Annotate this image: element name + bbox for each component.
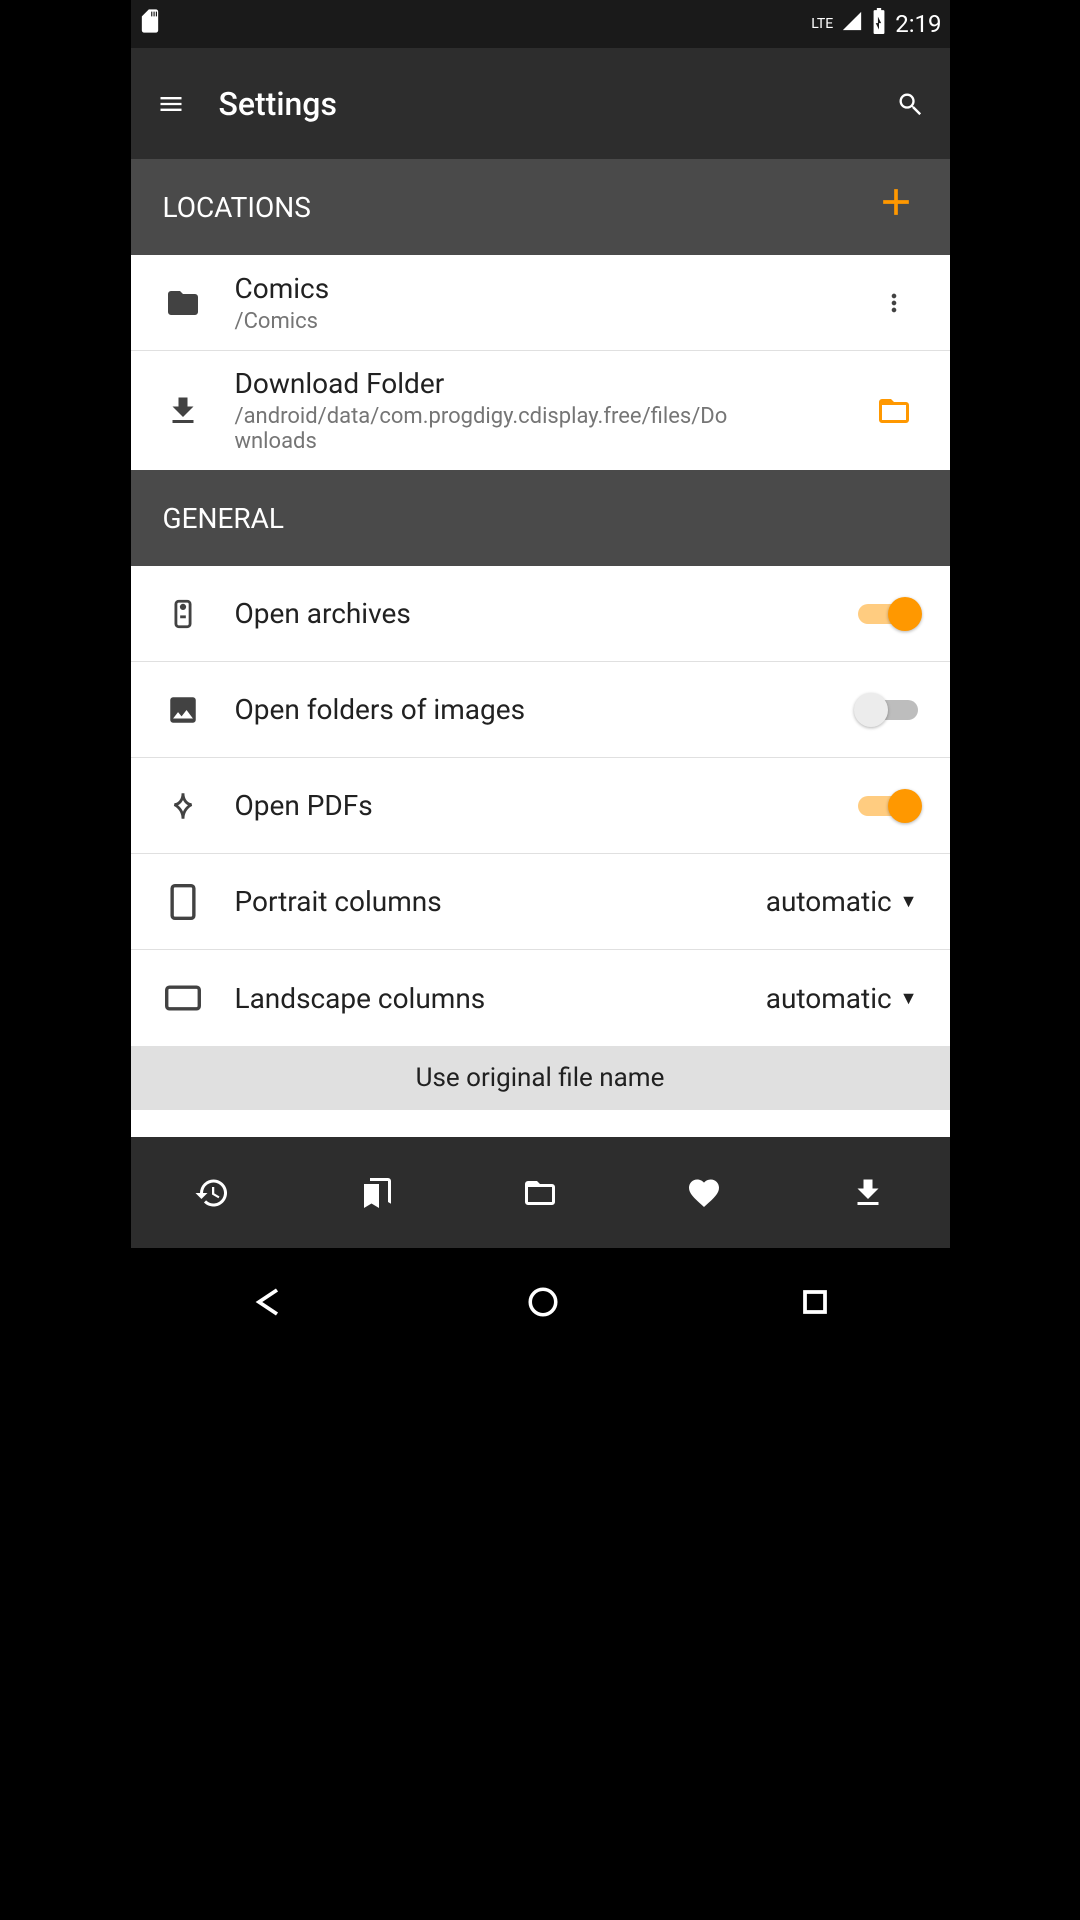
open-archives-toggle[interactable]	[858, 601, 918, 627]
folder-icon	[163, 283, 203, 323]
locations-section-header: LOCATIONS	[131, 159, 950, 255]
recents-button[interactable]	[800, 1287, 830, 1321]
download-icon	[850, 1175, 886, 1211]
more-vert-icon	[880, 289, 908, 317]
comics-more-button[interactable]	[870, 279, 918, 327]
open-download-folder-button[interactable]	[870, 387, 918, 435]
tab-recent[interactable]	[182, 1163, 242, 1223]
download-icon	[163, 391, 203, 431]
open-folders-label: Open folders of images	[235, 693, 858, 726]
page-title: Settings	[219, 85, 886, 123]
portrait-columns-value: automatic	[766, 885, 892, 918]
landscape-columns-value: automatic	[766, 982, 892, 1015]
tab-library[interactable]	[510, 1163, 570, 1223]
image-icon	[163, 690, 203, 730]
dropdown-arrow-icon: ▼	[900, 891, 918, 912]
open-pdfs-toggle[interactable]	[858, 793, 918, 819]
pdf-icon	[163, 786, 203, 826]
network-label: LTE	[811, 16, 833, 32]
back-button[interactable]	[250, 1284, 286, 1324]
location-row-comics[interactable]: Comics /Comics	[131, 255, 950, 351]
comics-path: /Comics	[235, 309, 870, 334]
download-path: /android/data/com.progdigy.cdisplay.free…	[235, 404, 735, 454]
app-bar: Settings	[131, 48, 950, 159]
folder-open-icon	[876, 393, 912, 429]
menu-button[interactable]	[147, 80, 195, 128]
general-label: GENERAL	[163, 502, 284, 535]
home-button[interactable]	[526, 1285, 560, 1323]
history-icon	[194, 1175, 230, 1211]
status-bar: LTE 2:19	[131, 0, 950, 48]
setting-open-folders[interactable]: Open folders of images	[131, 662, 950, 758]
folder-icon	[522, 1175, 558, 1211]
general-section-header: GENERAL	[131, 470, 950, 566]
search-icon	[896, 90, 924, 118]
setting-landscape-columns[interactable]: Landscape columns automatic ▼	[131, 950, 950, 1046]
portrait-icon	[163, 882, 203, 922]
portrait-columns-label: Portrait columns	[235, 885, 766, 918]
setting-open-archives[interactable]: Open archives	[131, 566, 950, 662]
clock-label: 2:19	[895, 10, 941, 38]
setting-open-pdfs[interactable]: Open PDFs	[131, 758, 950, 854]
open-pdfs-label: Open PDFs	[235, 789, 858, 822]
open-archives-label: Open archives	[235, 597, 858, 630]
landscape-icon	[163, 978, 203, 1018]
signal-icon	[841, 10, 863, 38]
search-button[interactable]	[886, 80, 934, 128]
battery-icon	[871, 8, 887, 40]
heart-icon	[686, 1175, 722, 1211]
dropdown-arrow-icon: ▼	[900, 988, 918, 1009]
archive-icon	[163, 594, 203, 634]
bottom-tab-bar	[131, 1137, 950, 1248]
setting-original-filename[interactable]: Use original file name	[131, 1046, 950, 1110]
hamburger-icon	[157, 90, 185, 118]
landscape-columns-label: Landscape columns	[235, 982, 766, 1015]
download-title: Download Folder	[235, 367, 870, 400]
tab-favorites[interactable]	[674, 1163, 734, 1223]
android-nav-bar	[131, 1248, 950, 1360]
tab-bookmarks[interactable]	[346, 1163, 406, 1223]
open-folders-toggle[interactable]	[858, 697, 918, 723]
add-location-button[interactable]	[874, 179, 918, 236]
bookmark-icon	[358, 1175, 394, 1211]
setting-portrait-columns[interactable]: Portrait columns automatic ▼	[131, 854, 950, 950]
tab-downloads[interactable]	[838, 1163, 898, 1223]
locations-label: LOCATIONS	[163, 191, 311, 224]
original-filename-label: Use original file name	[416, 1063, 665, 1093]
sd-card-icon	[139, 7, 161, 41]
plus-icon	[874, 180, 918, 224]
comics-title: Comics	[235, 272, 870, 305]
location-row-download[interactable]: Download Folder /android/data/com.progdi…	[131, 351, 950, 470]
